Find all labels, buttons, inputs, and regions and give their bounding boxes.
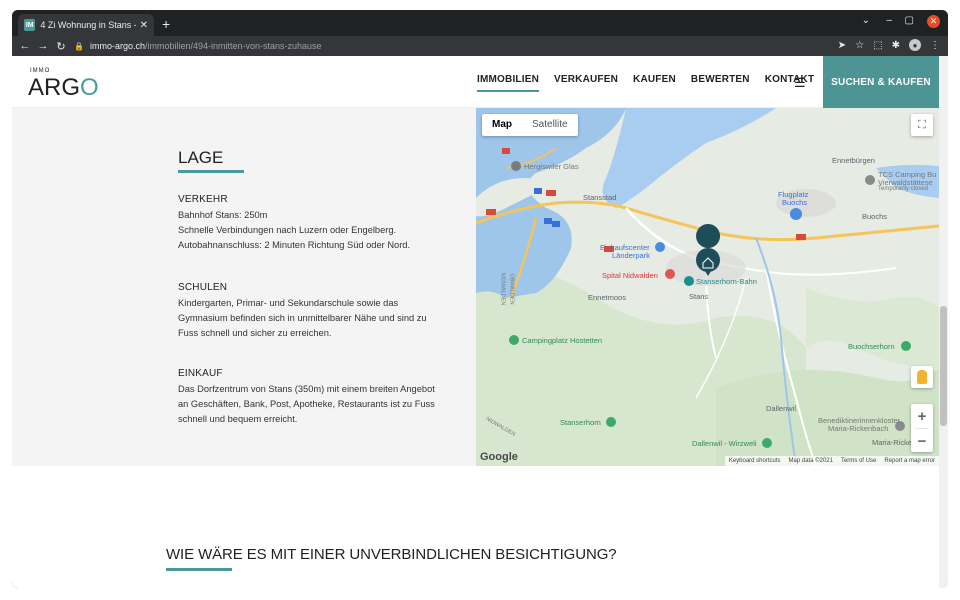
main-nav: IMMOBILIEN VERKAUFEN KAUFEN BEWERTEN KON… [477, 74, 814, 92]
chevron-down-icon[interactable]: ⌄ [862, 15, 870, 26]
pegman-icon[interactable] [911, 366, 933, 388]
suchen-kaufen-button[interactable]: SUCHEN & KAUFEN [823, 56, 939, 108]
new-tab-icon[interactable]: + [162, 16, 170, 32]
verkehr-body: Bahnhof Stans: 250m Schnelle Verbindunge… [178, 208, 454, 253]
label-mariaricke: Maria-Ricke [872, 438, 913, 447]
label-stansstad: Stansstad [583, 193, 617, 202]
logo[interactable]: ARGO [28, 74, 99, 102]
star-icon[interactable]: ☆ [855, 40, 864, 51]
zoom-out-icon[interactable]: − [911, 429, 933, 453]
zoom-control: + − [911, 404, 933, 452]
terms-link[interactable]: Terms of Use [841, 458, 876, 464]
pegman-figure [917, 370, 927, 384]
nav-immobilien[interactable]: IMMOBILIEN [477, 74, 539, 92]
label-hergiswil: Hergiswiler Glas [524, 162, 579, 171]
forward-icon[interactable]: → [34, 40, 52, 52]
einkauf-body: Das Dorfzentrum von Stans (350m) mit ein… [178, 382, 454, 427]
logo-o: O [80, 74, 99, 101]
viewing-title: WIE WÄRE ES MIT EINER UNVERBINDLICHEN BE… [166, 546, 617, 563]
browser-toolbar: ← → ↻ 🔒 immo-argo.ch /immobilien/494-inm… [12, 36, 948, 56]
schulen-line-3: Fuss schnell und sicher zu erreichen. [178, 328, 332, 338]
verkehr-line-1: Bahnhof Stans: 250m [178, 210, 268, 220]
label-spital: Spital Nidwalden [602, 271, 658, 280]
label-ennetburgen: Ennetbürgen [832, 156, 875, 165]
favicon-icon: IM [24, 19, 36, 31]
fullscreen-icon[interactable]: ⛶ [911, 114, 933, 136]
label-dallenwil: Dallenwil [766, 404, 797, 413]
label-camping: Campingplatz Hostetten [522, 336, 603, 345]
schulen-body: Kindergarten, Primar- und Sekundarschule… [178, 296, 454, 341]
url-path: /immobilien/494-inmitten-von-stans-zuhau… [144, 41, 322, 51]
google-logo: Google [480, 451, 518, 463]
label-tcs3: Temporarily closed [878, 186, 929, 192]
label-einkauf2: Länderpark [612, 251, 650, 260]
nav-bewerten[interactable]: BEWERTEN [691, 74, 750, 92]
tab-strip: IM 4 Zi Wohnung in Stans - I ✕ + ⌄ – ▢ ✕ [12, 10, 948, 36]
lage-title: LAGE [178, 148, 224, 167]
map[interactable]: Hergiswiler Glas Stansstad Ennetbürgen T… [476, 108, 939, 466]
address-bar[interactable]: 🔒 immo-argo.ch /immobilien/494-inmitten-… [74, 38, 834, 54]
zoom-in-icon[interactable]: + [911, 404, 933, 428]
label-nidwalden-1: NIDWALDEN [499, 272, 506, 306]
page-viewport: IMMO ARGO IMMOBILIEN VERKAUFEN KAUFEN BE… [12, 56, 948, 588]
schulen-line-2: Gymnasium befinden sich in unmittelbarer… [178, 313, 427, 323]
label-buochserhorn: Buochserhorn [848, 342, 895, 351]
title-underline [178, 170, 244, 173]
viewing-title-underline [166, 568, 232, 571]
label-kloster2: Maria-Rickenbach [828, 424, 889, 433]
nav-kaufen[interactable]: KAUFEN [633, 74, 676, 92]
verkehr-line-2: Schnelle Verbindungen nach Luzern oder E… [178, 225, 397, 235]
einkauf-line-3: schnell und bequem erreicht. [178, 414, 298, 424]
verkehr-line-3: Autobahnanschluss: 2 Minuten Richtung Sü… [178, 240, 411, 250]
label-buochs: Buochs [862, 212, 888, 221]
map-data-text: Map data ©2021 [788, 458, 833, 464]
label-flugplatz2: Buochs [782, 198, 808, 207]
nav-verkaufen[interactable]: VERKAUFEN [554, 74, 618, 92]
tab-title: 4 Zi Wohnung in Stans - I [40, 20, 136, 30]
logo-text: ARG [28, 74, 81, 101]
map-type-satellite[interactable]: Satellite [522, 114, 578, 136]
einkauf-line-1: Das Dorfzentrum von Stans (350m) mit ein… [178, 384, 435, 394]
nav-kontakt[interactable]: KONTAKT [765, 74, 815, 92]
site-header: IMMO ARGO IMMOBILIEN VERKAUFEN KAUFEN BE… [12, 56, 939, 108]
map-footer: Keyboard shortcuts Map data ©2021 Terms … [724, 456, 939, 466]
close-window-icon[interactable]: ✕ [927, 15, 940, 28]
menu-icon[interactable]: ⋮ [930, 40, 940, 51]
einkauf-title: EINKAUF [178, 368, 223, 379]
verkehr-title: VERKEHR [178, 194, 228, 205]
label-stans: Stans [689, 292, 709, 301]
lock-icon: 🔒 [74, 41, 84, 51]
browser-tab[interactable]: IM 4 Zi Wohnung in Stans - I ✕ [18, 14, 154, 36]
maximize-icon[interactable]: ▢ [905, 15, 914, 26]
label-stanserhornbahn: Stanserhorn-Bahn [696, 277, 757, 286]
label-obwalden: OBWALDEN [508, 273, 515, 305]
schulen-title: SCHULEN [178, 282, 228, 293]
label-stanserhorn: Stanserhorn [560, 418, 601, 427]
screen-icon[interactable]: ⬚ [873, 40, 882, 51]
profile-icon[interactable]: ● [909, 39, 921, 51]
minimize-icon[interactable]: – [886, 15, 892, 26]
back-icon[interactable]: ← [16, 40, 34, 52]
scroll-thumb[interactable] [940, 306, 947, 426]
close-tab-icon[interactable]: ✕ [140, 20, 148, 31]
map-type-map[interactable]: Map [482, 114, 522, 136]
report-error-link[interactable]: Report a map error [884, 458, 935, 464]
extensions-icon[interactable]: ✱ [892, 40, 900, 51]
label-wirzweli: Dallenwil - Wirzweli [692, 439, 757, 448]
einkauf-line-2: an Geschäften, Bank, Post, Apotheke, Res… [178, 399, 435, 409]
lage-section: LAGE VERKEHR Bahnhof Stans: 250m Schnell… [12, 108, 476, 466]
url-host: immo-argo.ch [89, 41, 145, 51]
schulen-line-1: Kindergarten, Primar- und Sekundarschule… [178, 298, 399, 308]
reload-icon[interactable]: ↻ [52, 40, 70, 53]
hamburger-icon[interactable]: ☰ [794, 75, 806, 91]
map-type-control: Map Satellite [482, 114, 578, 136]
send-icon[interactable]: ➤ [838, 40, 846, 51]
scrollbar[interactable] [939, 56, 948, 588]
keyboard-shortcuts-link[interactable]: Keyboard shortcuts [729, 458, 781, 464]
browser-window: IM 4 Zi Wohnung in Stans - I ✕ + ⌄ – ▢ ✕… [12, 10, 948, 588]
label-ennetmoos: Ennetmoos [588, 293, 626, 302]
